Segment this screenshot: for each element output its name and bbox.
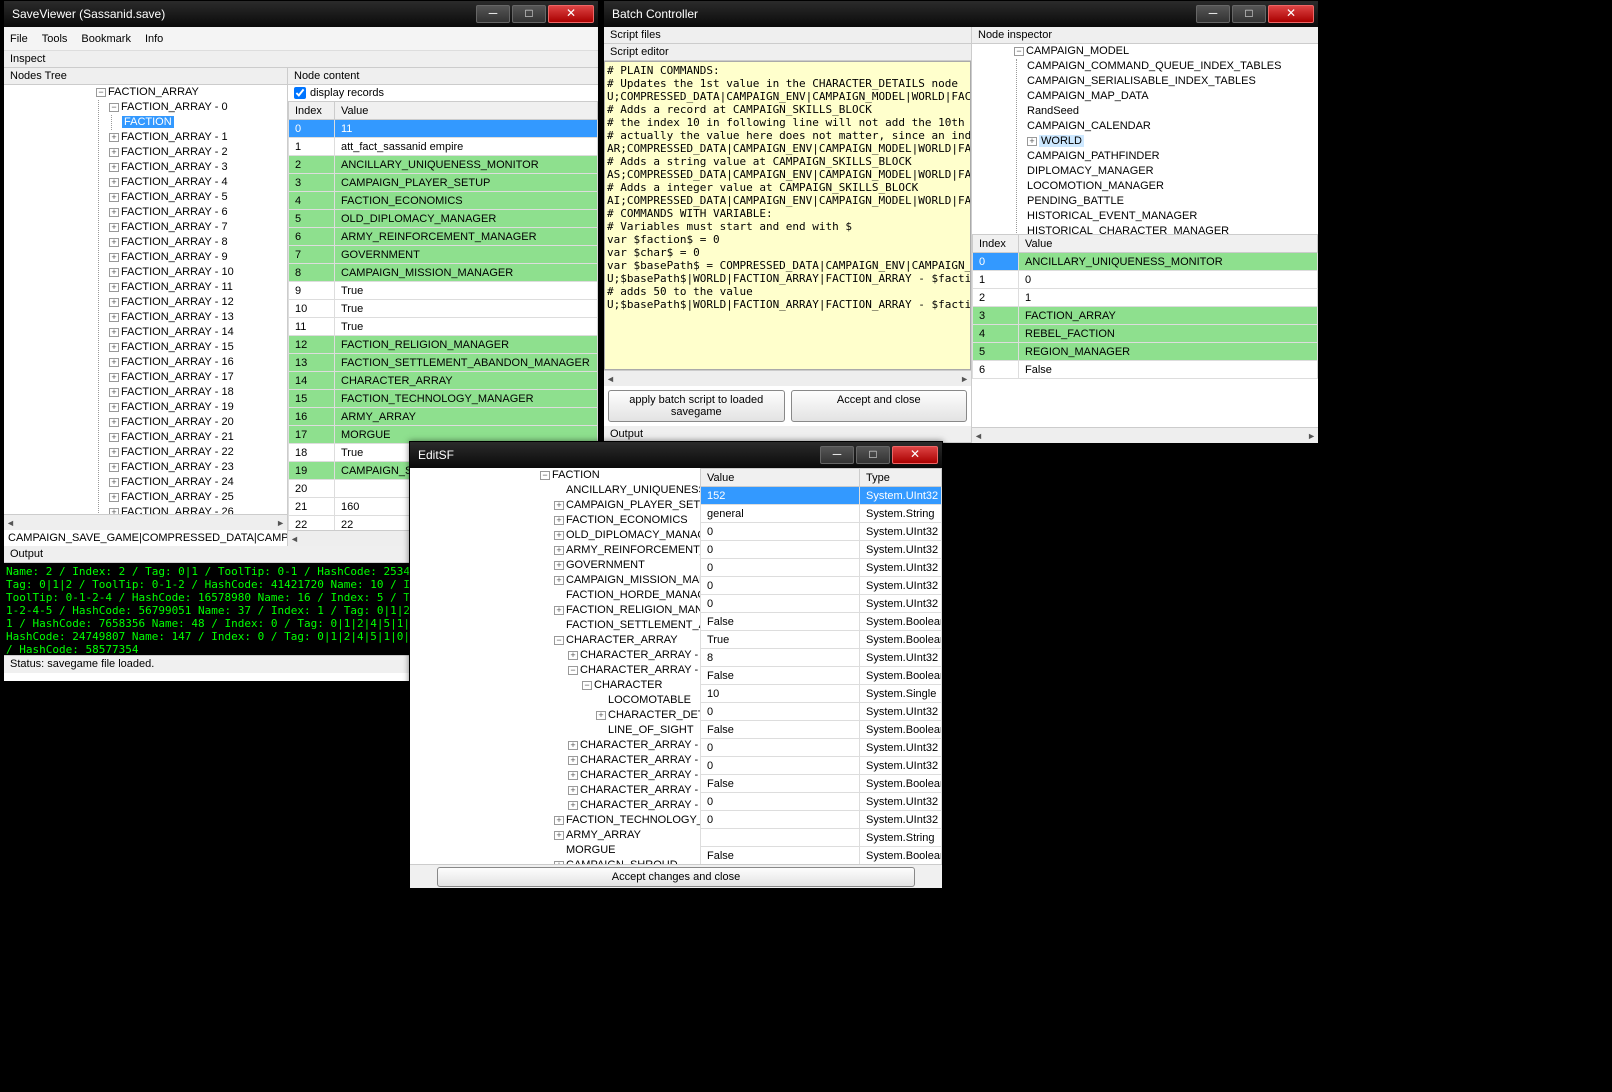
script-editor-label: Script editor <box>604 44 971 61</box>
table-row[interactable]: 011 <box>289 120 598 138</box>
table-row[interactable]: 1att_fact_sassanid empire <box>289 138 598 156</box>
table-row[interactable]: generalSystem.String <box>701 505 942 523</box>
nodes-tree-label: Nodes Tree <box>4 68 287 85</box>
menu-info[interactable]: Info <box>145 33 163 45</box>
menu-bookmark[interactable]: Bookmark <box>81 33 131 45</box>
table-row[interactable]: 0System.UInt32 <box>701 757 942 775</box>
table-row[interactable]: 14CHARACTER_ARRAY <box>289 372 598 390</box>
table-row[interactable]: TrueSystem.Boolean <box>701 631 942 649</box>
table-row[interactable]: FalseSystem.Boolean <box>701 613 942 631</box>
minimize-button[interactable]: ─ <box>476 5 510 23</box>
table-row[interactable]: 13FACTION_SETTLEMENT_ABANDON_MANAGER <box>289 354 598 372</box>
script-files-label: Script files <box>604 27 971 44</box>
window-title: Batch Controller <box>608 7 1196 21</box>
menubar: File Tools Bookmark Info <box>4 27 598 51</box>
table-row[interactable]: 0System.UInt32 <box>701 577 942 595</box>
table-row[interactable]: 12FACTION_RELIGION_MANAGER <box>289 336 598 354</box>
close-button[interactable]: ✕ <box>548 5 594 23</box>
table-row[interactable]: 11True <box>289 318 598 336</box>
display-records-input[interactable] <box>294 87 306 99</box>
path-display: CAMPAIGN_SAVE_GAME|COMPRESSED_DATA|CAMPA… <box>4 530 287 546</box>
window-title: EditSF <box>414 448 820 462</box>
menu-tools[interactable]: Tools <box>42 33 68 45</box>
close-button[interactable]: ✕ <box>1268 5 1314 23</box>
batch-controller-window: Batch Controller ─ □ ✕ Script files Scri… <box>603 0 1319 444</box>
table-row[interactable]: 0System.UInt32 <box>701 793 942 811</box>
node-content-label: Node content <box>288 68 598 85</box>
col-value[interactable]: Value <box>335 102 598 120</box>
table-row[interactable]: 6ARMY_REINFORCEMENT_MANAGER <box>289 228 598 246</box>
col-index[interactable]: Index <box>973 235 1019 253</box>
table-row[interactable]: 4REBEL_FACTION <box>973 325 1318 343</box>
accept-close-button[interactable]: Accept and close <box>791 390 968 422</box>
editsf-grid[interactable]: Value Type 152System.UInt32generalSystem… <box>700 468 942 864</box>
titlebar[interactable]: SaveViewer (Sassanid.save) ─ □ ✕ <box>4 1 598 27</box>
table-row[interactable]: 0ANCILLARY_UNIQUENESS_MONITOR <box>973 253 1318 271</box>
col-type[interactable]: Type <box>860 469 942 487</box>
close-button[interactable]: ✕ <box>892 446 938 464</box>
table-row[interactable]: System.String <box>701 829 942 847</box>
minimize-button[interactable]: ─ <box>1196 5 1230 23</box>
table-row[interactable]: 5OLD_DIPLOMACY_MANAGER <box>289 210 598 228</box>
node-inspector-label: Node inspector <box>972 27 1318 44</box>
table-row[interactable]: 10 <box>973 271 1318 289</box>
scrollbar-h[interactable] <box>4 514 287 530</box>
table-row[interactable]: 8System.UInt32 <box>701 649 942 667</box>
table-row[interactable]: FalseSystem.Boolean <box>701 775 942 793</box>
table-row[interactable]: FalseSystem.Boolean <box>701 667 942 685</box>
table-row[interactable]: 3FACTION_ARRAY <box>973 307 1318 325</box>
table-row[interactable]: 4FACTION_ECONOMICS <box>289 192 598 210</box>
table-row[interactable]: 7GOVERNMENT <box>289 246 598 264</box>
node-inspector-tree[interactable]: −CAMPAIGN_MODELCAMPAIGN_COMMAND_QUEUE_IN… <box>972 44 1318 234</box>
editsf-window: EditSF ─ □ ✕ −FACTIONANCILLARY_UNIQUENES… <box>409 441 943 889</box>
minimize-button[interactable]: ─ <box>820 446 854 464</box>
scrollbar-h[interactable] <box>604 370 971 386</box>
table-row[interactable]: 0System.UInt32 <box>701 523 942 541</box>
table-row[interactable]: 6False <box>973 361 1318 379</box>
script-editor[interactable]: # PLAIN COMMANDS: # Updates the 1st valu… <box>604 61 971 370</box>
table-row[interactable]: 15FACTION_TECHNOLOGY_MANAGER <box>289 390 598 408</box>
table-row[interactable]: 2ANCILLARY_UNIQUENESS_MONITOR <box>289 156 598 174</box>
menu-file[interactable]: File <box>10 33 28 45</box>
table-row[interactable]: FalseSystem.Boolean <box>701 847 942 865</box>
apply-batch-button[interactable]: apply batch script to loaded savegame <box>608 390 785 422</box>
table-row[interactable]: 0System.UInt32 <box>701 541 942 559</box>
table-row[interactable]: 0System.UInt32 <box>701 595 942 613</box>
nodes-tree[interactable]: −FACTION_ARRAY−FACTION_ARRAY - 0FACTION+… <box>4 85 287 514</box>
col-index[interactable]: Index <box>289 102 335 120</box>
table-row[interactable]: 10True <box>289 300 598 318</box>
maximize-button[interactable]: □ <box>512 5 546 23</box>
table-row[interactable]: 0System.UInt32 <box>701 559 942 577</box>
display-records-checkbox[interactable]: display records <box>288 85 598 101</box>
table-row[interactable]: 8CAMPAIGN_MISSION_MANAGER <box>289 264 598 282</box>
window-title: SaveViewer (Sassanid.save) <box>8 7 476 21</box>
table-row[interactable]: 152System.UInt32 <box>701 487 942 505</box>
table-row[interactable]: 0System.UInt32 <box>701 739 942 757</box>
titlebar[interactable]: Batch Controller ─ □ ✕ <box>604 1 1318 27</box>
table-row[interactable]: 5REGION_MANAGER <box>973 343 1318 361</box>
table-row[interactable]: 0System.UInt32 <box>701 811 942 829</box>
table-row[interactable]: 9True <box>289 282 598 300</box>
scrollbar-h[interactable] <box>972 427 1318 443</box>
accept-changes-button[interactable]: Accept changes and close <box>437 867 916 887</box>
maximize-button[interactable]: □ <box>1232 5 1266 23</box>
table-row[interactable]: 10System.Single <box>701 685 942 703</box>
col-value[interactable]: Value <box>1019 235 1318 253</box>
table-row[interactable]: 3CAMPAIGN_PLAYER_SETUP <box>289 174 598 192</box>
table-row[interactable]: FalseSystem.Boolean <box>701 721 942 739</box>
maximize-button[interactable]: □ <box>856 446 890 464</box>
table-row[interactable]: 0System.UInt32 <box>701 703 942 721</box>
inspector-grid[interactable]: Index Value 0ANCILLARY_UNIQUENESS_MONITO… <box>972 234 1318 379</box>
editsf-tree[interactable]: −FACTIONANCILLARY_UNIQUENESS_MO+CAMPAIGN… <box>410 468 700 864</box>
inspect-label: Inspect <box>4 51 598 68</box>
table-row[interactable]: 16ARMY_ARRAY <box>289 408 598 426</box>
col-value[interactable]: Value <box>701 469 860 487</box>
table-row[interactable]: 21 <box>973 289 1318 307</box>
titlebar[interactable]: EditSF ─ □ ✕ <box>410 442 942 468</box>
